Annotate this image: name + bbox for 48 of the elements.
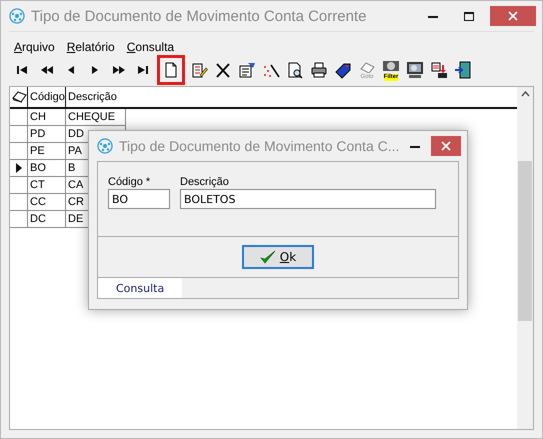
minimize-icon — [428, 14, 438, 18]
table-cell: CC — [28, 194, 66, 211]
edit-document-icon — [190, 61, 208, 79]
ok-button[interactable]: Ok — [242, 245, 314, 269]
save-icon — [430, 61, 448, 79]
menu-item[interactable]: Arquivo — [14, 40, 55, 54]
close-icon — [440, 141, 451, 151]
properties-icon — [238, 61, 256, 79]
table-cell: PE — [28, 143, 66, 160]
row-indicator[interactable] — [10, 160, 28, 177]
column-header[interactable]: Código — [28, 87, 66, 107]
toolbar-button[interactable] — [160, 58, 182, 82]
maximize-icon — [464, 12, 474, 20]
exit-door-icon — [454, 61, 472, 79]
input-field[interactable]: BOLETOS — [180, 189, 436, 209]
close-icon — [508, 11, 518, 21]
column-header[interactable]: Descrição — [66, 87, 517, 107]
app-logo-icon — [9, 8, 25, 24]
menu-item[interactable]: Consulta — [126, 40, 174, 54]
table-cell: DC — [28, 211, 66, 228]
current-row-icon — [16, 163, 22, 173]
close-button[interactable] — [430, 136, 461, 156]
filter-icon — [382, 60, 400, 72]
toolbar-button[interactable] — [405, 59, 425, 81]
table-cell: BO — [28, 160, 66, 177]
book-icon — [12, 91, 27, 103]
app-logo-icon — [97, 138, 113, 154]
printer-icon — [310, 61, 328, 79]
goto-icon — [358, 60, 376, 72]
table-cell: PD — [28, 126, 66, 143]
toolbar-button[interactable] — [453, 59, 473, 81]
check-icon — [260, 250, 276, 264]
monitor-icon — [406, 61, 424, 79]
table-cell: CT — [28, 177, 66, 194]
scrollbar[interactable] — [517, 87, 533, 429]
window-title: Tipo de Documento de Movimento Conta Corrente — [31, 8, 368, 24]
minimize-icon — [410, 144, 420, 148]
menu-item[interactable]: Relatório — [66, 40, 115, 54]
print-preview-icon — [286, 61, 304, 79]
delete-icon — [214, 61, 232, 79]
table-cell: CH — [28, 109, 66, 126]
field-label: Descrição — [180, 176, 230, 188]
tag-icon — [334, 61, 352, 79]
tab[interactable]: Consulta — [98, 278, 182, 298]
table-cell: CHEQUE — [66, 109, 126, 126]
close-button[interactable] — [490, 6, 536, 26]
scroll-thumb[interactable] — [518, 161, 532, 321]
input-field[interactable]: BO — [108, 189, 170, 209]
